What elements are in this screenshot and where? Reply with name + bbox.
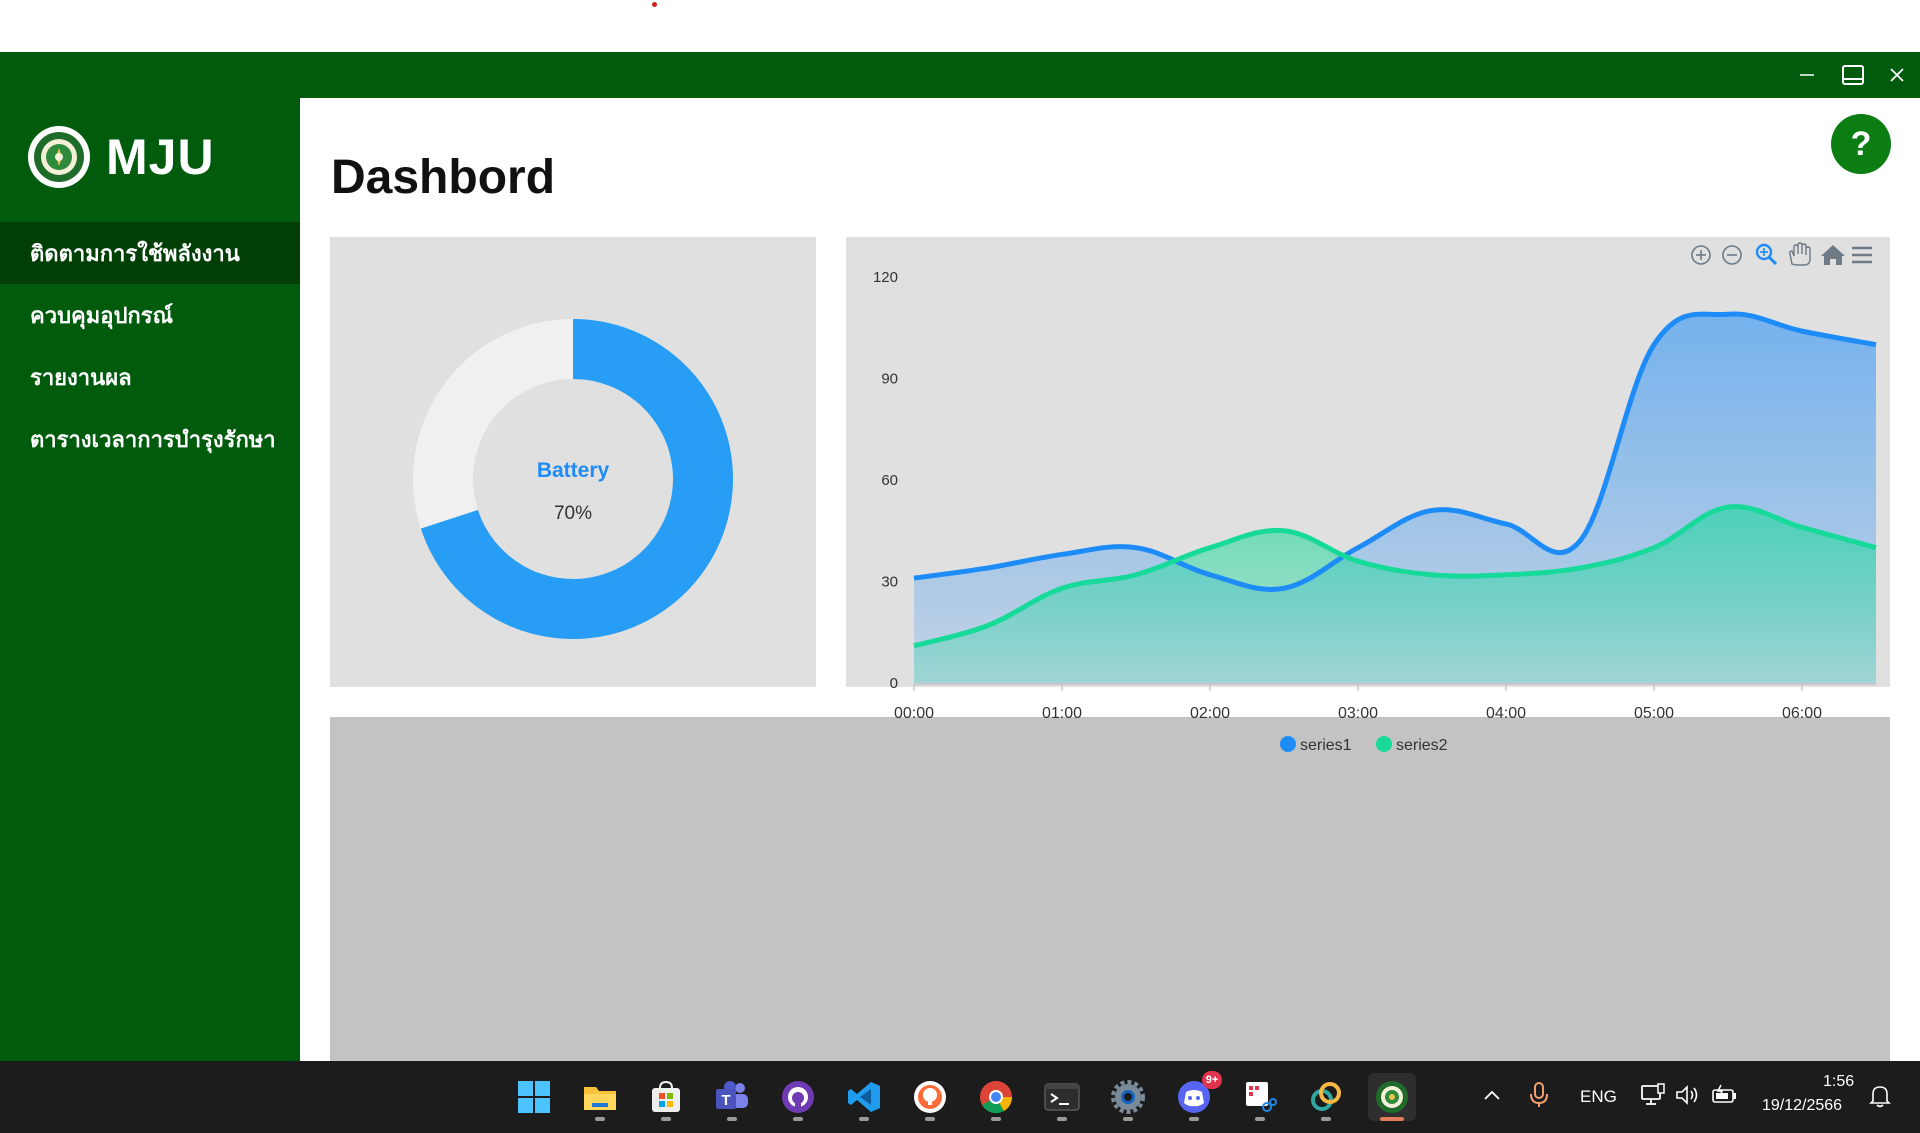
network-icon[interactable] [1640, 1083, 1666, 1107]
legend-label-series2: series2 [1396, 737, 1448, 754]
running-indicator [1057, 1117, 1067, 1121]
home-icon[interactable] [1821, 245, 1845, 265]
windows-start-icon[interactable] [510, 1073, 558, 1121]
notification-badge: 9+ [1202, 1071, 1222, 1089]
battery-icon[interactable] [1711, 1083, 1739, 1107]
discord-icon[interactable]: 9+ [1170, 1071, 1222, 1121]
postman-icon[interactable] [906, 1073, 954, 1121]
bottom-panel [330, 717, 1890, 1061]
maximize-icon[interactable] [1831, 52, 1875, 98]
running-indicator [991, 1117, 1001, 1121]
clock-time[interactable]: 1:56 [1823, 1073, 1854, 1091]
legend-label-series1: series1 [1300, 737, 1352, 754]
x-tick-label: 02:00 [1190, 705, 1230, 722]
sidebar-item-reports[interactable]: รายงานผล [0, 346, 300, 408]
running-indicator [925, 1117, 935, 1121]
mju-logo [28, 126, 90, 188]
y-tick-label: 0 [890, 675, 898, 692]
running-indicator [1321, 1117, 1331, 1121]
screen: MJU ติดตามการใช้พลังงาน ควบคุมอุปกรณ์ รา… [0, 0, 1920, 1133]
snipping-tool-icon[interactable] [1236, 1073, 1284, 1121]
legend-marker-series1 [1280, 736, 1296, 752]
brand-name: MJU [106, 129, 215, 185]
sidebar-item-label: ควบคุมอุปกรณ์ [30, 302, 173, 328]
menu-icon[interactable] [1852, 246, 1872, 264]
github-desktop-icon[interactable] [774, 1073, 822, 1121]
linked-app-icon[interactable] [1302, 1073, 1350, 1121]
running-indicator [661, 1117, 671, 1121]
notification-bell-icon[interactable] [1868, 1083, 1892, 1109]
x-tick-label: 05:00 [1634, 705, 1674, 722]
zoom-select-icon[interactable] [1755, 243, 1778, 266]
settings-icon[interactable] [1104, 1073, 1152, 1121]
sidebar-item-label: ติดตามการใช้พลังงาน [30, 240, 240, 266]
close-icon[interactable] [1875, 52, 1919, 98]
sidebar-item-device-control[interactable]: ควบคุมอุปกรณ์ [0, 284, 300, 346]
chrome-icon[interactable] [972, 1073, 1020, 1121]
svg-text:T: T [721, 1092, 730, 1109]
zoom-in-icon[interactable] [1691, 245, 1711, 265]
sidebar: MJU ติดตามการใช้พลังงาน ควบคุมอุปกรณ์ รา… [0, 98, 300, 1061]
sidebar-item-label: รายงานผล [30, 364, 132, 390]
running-indicator [859, 1117, 869, 1121]
teams-icon[interactable]: T [708, 1073, 756, 1121]
legend-marker-series2 [1376, 736, 1392, 752]
y-tick-label: 60 [881, 472, 898, 489]
zoom-out-icon[interactable] [1722, 245, 1742, 265]
x-tick-label: 06:00 [1782, 705, 1822, 722]
mju-app-icon[interactable] [1368, 1073, 1416, 1121]
x-tick-label: 03:00 [1338, 705, 1378, 722]
running-indicator [793, 1117, 803, 1121]
file-explorer-icon[interactable] [576, 1073, 624, 1121]
running-indicator [1380, 1117, 1404, 1121]
brand: MJU [28, 126, 215, 188]
running-indicator [727, 1117, 737, 1121]
terminal-icon[interactable] [1038, 1073, 1086, 1121]
show-hidden-icons-icon[interactable] [1480, 1083, 1504, 1107]
sidebar-item-energy-monitoring[interactable]: ติดตามการใช้พลังงาน [0, 222, 300, 284]
x-tick-label: 00:00 [894, 705, 934, 722]
page-title: Dashbord [331, 151, 556, 204]
input-language[interactable]: ENG [1580, 1087, 1617, 1107]
minimize-icon[interactable] [1785, 52, 1829, 98]
x-tick-label: 01:00 [1042, 705, 1082, 722]
y-tick-label: 30 [881, 574, 898, 591]
battery-card: Battery 70% [330, 237, 816, 687]
running-indicator [1189, 1117, 1199, 1121]
donut-center-label: Battery [537, 459, 610, 482]
battery-donut-chart: Battery 70% [413, 319, 733, 639]
running-indicator [1255, 1117, 1265, 1121]
window-titlebar[interactable] [0, 52, 1920, 98]
x-tick-label: 04:00 [1486, 705, 1526, 722]
donut-slice-remaining [413, 319, 573, 529]
running-indicator [595, 1117, 605, 1121]
donut-center-value: 70% [554, 503, 592, 524]
help-icon: ? [1850, 124, 1872, 163]
microphone-icon[interactable] [1527, 1081, 1551, 1109]
y-tick-label: 120 [873, 269, 898, 286]
microsoft-store-icon[interactable] [642, 1073, 690, 1121]
sidebar-item-maintenance-schedule[interactable]: ตารางเวลาการบำรุงรักษา [0, 408, 300, 470]
taskbar: T 9+ ENG 1:56 19/12/2566 [0, 1061, 1920, 1133]
running-indicator [1123, 1117, 1133, 1121]
clock-date[interactable]: 19/12/2566 [1762, 1097, 1842, 1115]
main-content: Dashbord ? Battery 70% 0 30 60 90 120 00:00 01:… [300, 98, 1920, 1061]
energy-area-chart: 0 30 60 90 120 00:00 01:00 02:00 03:00 04:00 05:00… [873, 242, 1877, 754]
sidebar-item-label: ตารางเวลาการบำรุงรักษา [30, 426, 276, 452]
y-tick-label: 90 [881, 371, 898, 388]
cursor-dot [652, 2, 657, 7]
volume-icon[interactable] [1674, 1083, 1700, 1107]
sidebar-nav: ติดตามการใช้พลังงาน ควบคุมอุปกรณ์ รายงาน… [0, 222, 300, 470]
chart-toolbar [1691, 242, 1872, 266]
vscode-icon[interactable] [840, 1073, 888, 1121]
pan-hand-icon[interactable] [1789, 242, 1811, 266]
help-button[interactable]: ? [1831, 114, 1891, 174]
